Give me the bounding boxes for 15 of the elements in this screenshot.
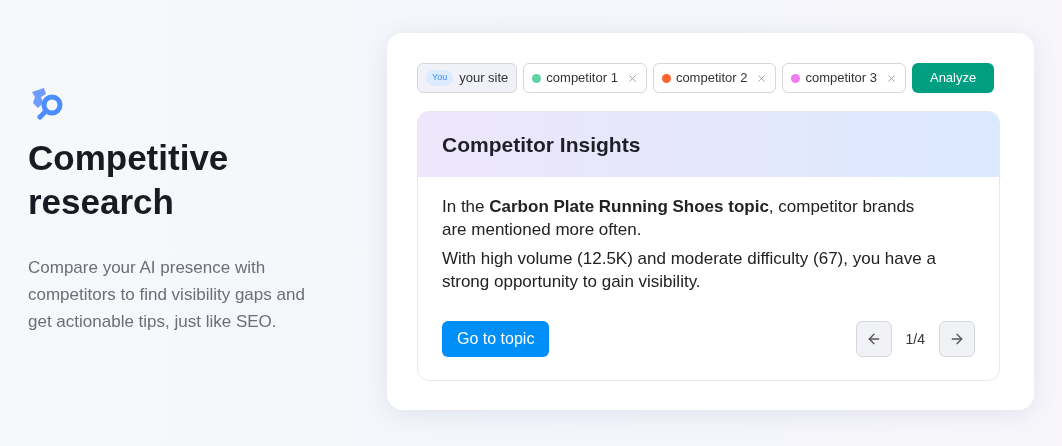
- competitor-chip[interactable]: competitor 2: [652, 63, 777, 93]
- competitor-chip[interactable]: competitor 3: [782, 63, 906, 93]
- chip-label: competitor 1: [546, 69, 618, 88]
- section-title: Competitive research: [28, 137, 230, 223]
- you-badge: You: [426, 70, 454, 86]
- site-chip[interactable]: You your site: [417, 63, 518, 93]
- insight-text: With high volume (12.5K) and moderate difficulty (67), you have a strong opportunity to gain visibility.: [442, 248, 937, 293]
- chip-label: competitor 3: [805, 69, 877, 88]
- section-description: Compare your AI presence with competitors to find visibility gaps and get actionable tips, just like SEO.: [28, 257, 306, 333]
- competitor-chip[interactable]: competitor 1: [523, 63, 647, 93]
- chip-label: your site: [459, 69, 509, 88]
- insight-text: In the Carbon Plate Running Shoes topic, competitor brands are mentioned more often.: [442, 196, 916, 241]
- panel-title: Competitor Insights: [442, 131, 641, 158]
- chip-label: competitor 2: [675, 69, 748, 88]
- page-indicator: 1/4: [905, 329, 925, 349]
